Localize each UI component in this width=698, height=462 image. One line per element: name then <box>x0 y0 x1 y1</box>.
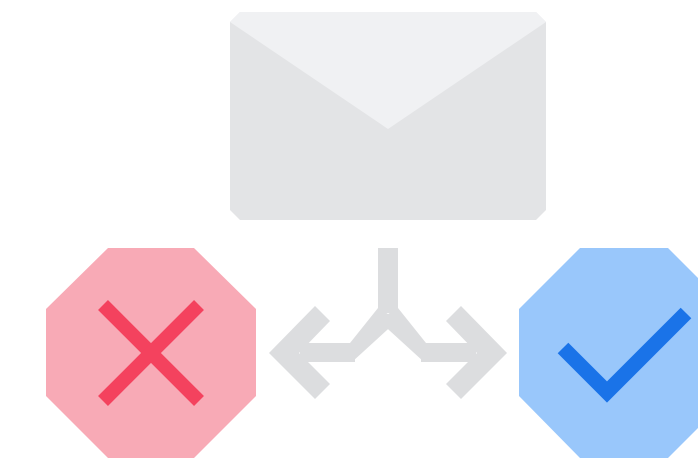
email-routing-illustration <box>0 0 698 462</box>
reject-badge <box>46 248 256 458</box>
split-stem <box>378 248 398 313</box>
approve-octagon <box>519 248 698 458</box>
approve-badge <box>519 248 698 458</box>
split-left-shaft <box>300 343 355 362</box>
envelope-icon <box>230 12 546 220</box>
split-right-shaft <box>421 343 476 362</box>
split-arrows-icon <box>269 248 507 399</box>
illustration-svg <box>46 12 698 458</box>
